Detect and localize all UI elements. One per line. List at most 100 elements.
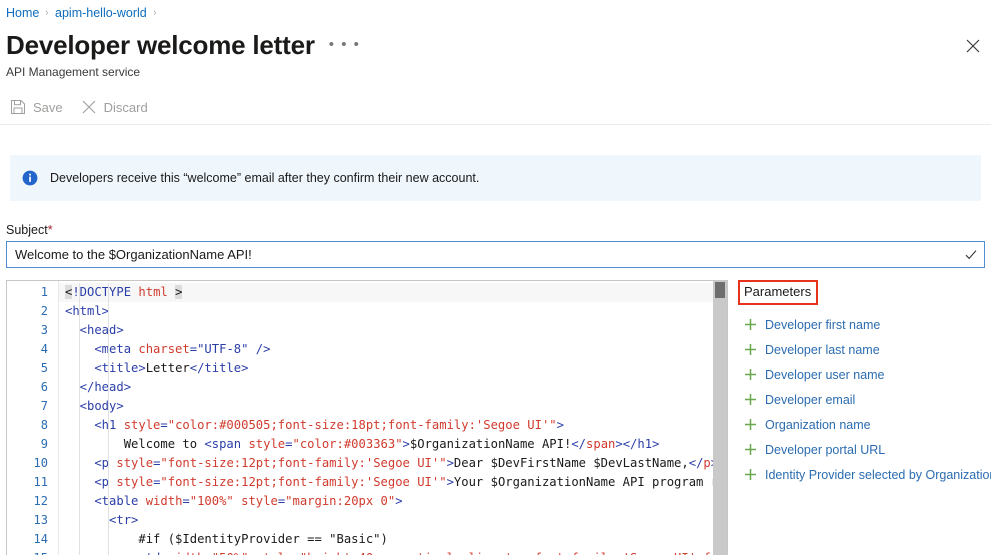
code-token: style — [248, 437, 286, 451]
editor-line-number: 8 — [40, 418, 48, 432]
code-token: width — [145, 494, 183, 508]
save-button[interactable]: Save — [10, 99, 63, 115]
chevron-right-icon: › — [153, 7, 157, 19]
save-icon — [10, 99, 26, 115]
editor-line-number: 4 — [40, 342, 48, 356]
code-token: "color:#000505;font-size:18pt;font-famil… — [167, 418, 557, 432]
editor-code-line[interactable]: </head> — [59, 378, 727, 397]
parameters-panel: Parameters Developer first name Developer… — [736, 280, 991, 487]
code-token: > — [175, 285, 183, 299]
editor-code-line[interactable]: <title>Letter</title> — [59, 359, 727, 378]
code-token: <title> — [65, 361, 146, 375]
code-token: <h1 — [65, 418, 124, 432]
plus-icon — [744, 343, 757, 356]
editor-code-line[interactable]: <meta charset="UTF-8" /> — [59, 340, 727, 359]
page-subtitle: API Management service — [6, 65, 141, 79]
subject-field-wrapper — [6, 241, 985, 268]
subject-input[interactable] — [7, 242, 958, 267]
parameter-label: Developer last name — [765, 342, 880, 357]
command-bar-divider — [0, 124, 991, 125]
parameter-label: Developer user name — [765, 367, 885, 382]
more-options-icon[interactable]: • • • — [329, 36, 361, 53]
code-token: "50%" — [212, 551, 249, 555]
code-token: !DOCTYPE — [72, 285, 132, 299]
editor-code-line[interactable]: <p style="font-size:12pt;font-family:'Se… — [59, 473, 727, 492]
editor-line-number: 2 — [40, 304, 48, 318]
close-icon[interactable] — [962, 35, 984, 57]
code-token: ></h1> — [615, 437, 660, 451]
save-button-label: Save — [33, 99, 63, 115]
code-token: style — [256, 551, 293, 555]
code-token: p — [703, 456, 711, 470]
code-token: <body> — [65, 399, 124, 413]
editor-line-number: 9 — [40, 437, 48, 451]
code-token: "height:40px;vertical-align:top;font-fam… — [300, 551, 718, 555]
editor-gutter: 123456789101112131415 — [7, 281, 59, 555]
editor-code-line[interactable]: <!DOCTYPE html > — [59, 283, 727, 302]
editor-code-line[interactable]: <tr> — [59, 511, 727, 530]
editor-vertical-scrollbar[interactable] — [713, 281, 727, 555]
editor-code-line[interactable]: <h1 style="color:#000505;font-size:18pt;… — [59, 416, 727, 435]
editor-code-area[interactable]: <!DOCTYPE html > <html> <head> <meta char… — [59, 281, 727, 555]
discard-button[interactable]: Discard — [81, 99, 148, 115]
plus-icon — [744, 393, 757, 406]
discard-icon — [81, 99, 97, 115]
parameters-list: Developer first name Developer last name D… — [736, 312, 991, 487]
code-token: </title> — [189, 361, 249, 375]
parameter-item[interactable]: Developer portal URL — [736, 437, 991, 462]
code-token: "margin:20px 0" — [285, 494, 396, 508]
parameter-item[interactable]: Developer first name — [736, 312, 991, 337]
editor-code-line[interactable]: <table width="100%" style="margin:20px 0… — [59, 492, 727, 511]
code-token: style — [116, 456, 154, 470]
html-code-editor[interactable]: 123456789101112131415 <!DOCTYPE html ><h… — [6, 280, 728, 555]
code-token: <table — [65, 494, 146, 508]
editor-code-line[interactable]: <td width="50%" style="height:40px;verti… — [59, 549, 727, 555]
editor-code-line[interactable]: #if ($IdentityProvider == "Basic") — [59, 530, 727, 549]
editor-line-number: 13 — [33, 513, 48, 527]
parameter-item[interactable]: Identity Provider selected by Organizati… — [736, 462, 991, 487]
editor-scrollbar-thumb[interactable] — [715, 282, 725, 298]
parameter-label: Developer portal URL — [765, 442, 886, 457]
code-token: Your $OrganizationName API program reg — [453, 475, 727, 489]
parameter-label: Developer email — [765, 392, 856, 407]
code-token: "UTF-8" — [197, 342, 249, 356]
page-title-row: Developer welcome letter • • • — [6, 29, 360, 61]
editor-line-number: 14 — [33, 532, 48, 546]
editor-code-line[interactable]: Welcome to <span style="color:#003363">$… — [59, 435, 727, 454]
parameter-item[interactable]: Developer last name — [736, 337, 991, 362]
code-token: <tr> — [65, 513, 139, 527]
code-token: <span — [204, 437, 249, 451]
editor-line-number: 5 — [40, 361, 48, 375]
editor-code-line[interactable]: <p style="font-size:12pt;font-family:'Se… — [59, 454, 727, 473]
editor-code-line[interactable]: <head> — [59, 321, 727, 340]
editor-line-number: 6 — [40, 380, 48, 394]
code-token: style — [123, 418, 161, 432]
parameter-item[interactable]: Organization name — [736, 412, 991, 437]
subject-label: Subject* — [6, 223, 53, 237]
breadcrumb-item-home[interactable]: Home — [6, 4, 39, 22]
discard-button-label: Discard — [103, 99, 148, 115]
plus-icon — [744, 418, 757, 431]
page-title: Developer welcome letter — [6, 30, 315, 60]
code-token: #if ($IdentityProvider == "Basic") — [65, 532, 388, 546]
parameter-item[interactable]: Developer user name — [736, 362, 991, 387]
code-token: Welcome to — [65, 437, 205, 451]
editor-code-line[interactable]: <html> — [59, 302, 727, 321]
parameter-label: Organization name — [765, 417, 871, 432]
editor-code-line[interactable]: <body> — [59, 397, 727, 416]
editor-line-number: 7 — [40, 399, 48, 413]
code-token: style — [116, 475, 154, 489]
editor-line-number: 12 — [33, 494, 48, 508]
editor-line-number: 11 — [33, 475, 48, 489]
parameter-label: Developer first name — [765, 317, 881, 332]
chevron-right-icon: › — [45, 7, 49, 19]
subject-label-text: Subject — [6, 223, 48, 237]
indent-guide — [79, 283, 80, 555]
parameter-item[interactable]: Developer email — [736, 387, 991, 412]
breadcrumb-item-resource[interactable]: apim-hello-world — [55, 4, 147, 22]
code-token: > — [395, 494, 403, 508]
code-token: <html> — [65, 304, 110, 318]
code-token: = — [204, 551, 211, 555]
